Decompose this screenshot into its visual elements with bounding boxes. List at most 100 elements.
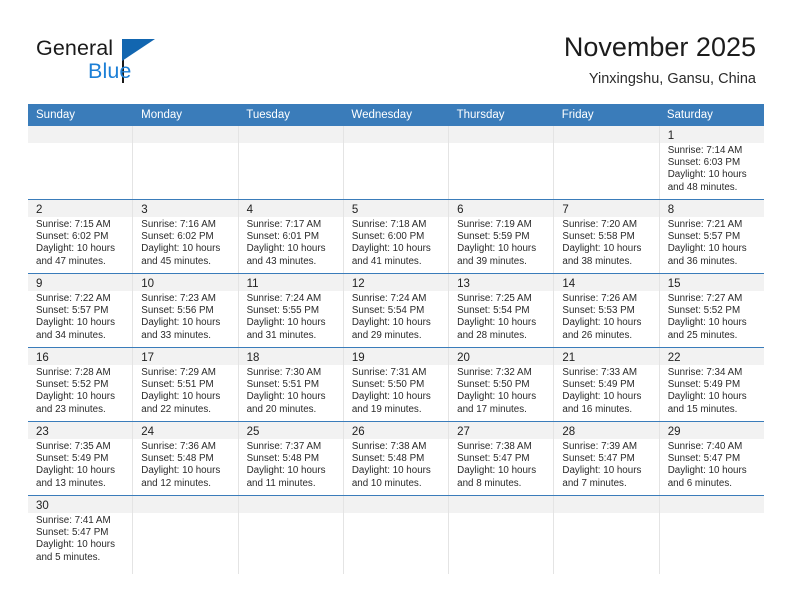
day-number: 26 xyxy=(351,426,365,438)
daylight-text-line2: and 8 minutes. xyxy=(457,477,522,489)
logo-text-general: General xyxy=(36,36,114,60)
week-row: 1 Sunrise: 7:14 AM Sunset: 6:03 PM Daylight… xyxy=(28,126,764,199)
daylight-text-line1: Daylight: 10 hours xyxy=(351,243,431,255)
day-cell[interactable]: 23 Sunrise: 7:35 AM Sunset: 5:49 PM Dayligh… xyxy=(28,422,133,495)
day-number-band: 11 xyxy=(238,274,343,291)
day-number-band: 29 xyxy=(659,422,764,439)
day-number-band xyxy=(343,496,449,513)
day-cell[interactable]: 13 Sunrise: 7:25 AM Sunset: 5:54 PM Dayligh… xyxy=(448,274,554,347)
sunset-text: Sunset: 5:57 PM xyxy=(36,305,109,317)
sunset-text: Sunset: 5:52 PM xyxy=(667,305,741,317)
sunset-text: Sunset: 5:55 PM xyxy=(246,305,319,317)
day-cell[interactable]: 30 Sunrise: 7:41 AM Sunset: 5:47 PM Dayligh… xyxy=(28,496,133,574)
day-cell[interactable]: 7 Sunrise: 7:20 AM Sunset: 5:58 PM Daylight… xyxy=(553,200,659,273)
day-cell[interactable]: 11 Sunrise: 7:24 AM Sunset: 5:55 PM Dayligh… xyxy=(237,274,343,347)
day-cell-details: Sunrise: 7:17 AM Sunset: 6:01 PM Daylight:… xyxy=(239,217,343,268)
day-number: 23 xyxy=(36,426,49,438)
day-cell[interactable]: 9 Sunrise: 7:22 AM Sunset: 5:57 PM Daylight… xyxy=(28,274,133,347)
sunrise-text: Sunrise: 7:37 AM xyxy=(246,441,322,452)
day-number: 24 xyxy=(141,426,155,438)
day-cell[interactable]: 15 Sunrise: 7:27 AM Sunset: 5:52 PM Dayligh… xyxy=(658,274,764,347)
sunrise-text: Sunrise: 7:16 AM xyxy=(141,219,216,230)
sunrise-text: Sunrise: 7:33 AM xyxy=(562,367,638,378)
day-number: 12 xyxy=(351,278,365,290)
day-cell[interactable]: 10 Sunrise: 7:23 AM Sunset: 5:56 PM Dayligh… xyxy=(132,274,238,347)
day-number-band: 6 xyxy=(449,200,554,217)
day-number: 28 xyxy=(562,426,576,438)
sunrise-text: Sunrise: 7:32 AM xyxy=(457,367,532,378)
weekday-header-monday: Monday xyxy=(141,109,183,121)
day-number: 6 xyxy=(457,204,464,216)
daylight-text-line1: Daylight: 10 hours xyxy=(351,391,431,403)
day-number-band: 17 xyxy=(133,348,238,365)
day-number: 9 xyxy=(36,278,43,290)
daylight-text-line1: Daylight: 10 hours xyxy=(562,465,642,477)
day-cell[interactable]: 18 Sunrise: 7:30 AM Sunset: 5:51 PM Dayligh… xyxy=(237,348,343,421)
day-cell-details: Sunrise: 7:38 AM Sunset: 5:48 PM Daylight:… xyxy=(344,439,448,490)
day-cell[interactable]: 25 Sunrise: 7:37 AM Sunset: 5:48 PM Dayligh… xyxy=(237,422,343,495)
day-cell[interactable]: 1 Sunrise: 7:14 AM Sunset: 6:03 PM Daylight… xyxy=(658,126,764,199)
day-cell[interactable]: 29 Sunrise: 7:40 AM Sunset: 5:47 PM Dayligh… xyxy=(658,422,764,495)
day-cell-details: Sunrise: 7:33 AM Sunset: 5:49 PM Daylight:… xyxy=(554,365,658,416)
day-number: 8 xyxy=(667,204,675,216)
sunrise-text: Sunrise: 7:25 AM xyxy=(457,293,532,304)
day-cell[interactable]: 20 Sunrise: 7:32 AM Sunset: 5:50 PM Dayligh… xyxy=(448,348,554,421)
day-cell[interactable]: 28 Sunrise: 7:39 AM Sunset: 5:47 PM Dayligh… xyxy=(553,422,659,495)
day-cell[interactable]: 6 Sunrise: 7:19 AM Sunset: 5:59 PM Daylight… xyxy=(448,200,554,273)
day-cell[interactable]: 14 Sunrise: 7:26 AM Sunset: 5:53 PM Dayligh… xyxy=(553,274,659,347)
day-number: 5 xyxy=(351,204,359,216)
sunset-text: Sunset: 5:56 PM xyxy=(141,305,214,317)
day-number-band: 3 xyxy=(133,200,238,217)
day-number-band xyxy=(133,126,238,143)
daylight-text-line1: Daylight: 10 hours xyxy=(246,317,326,329)
day-number: 2 xyxy=(36,204,43,216)
day-cell-details: Sunrise: 7:32 AM Sunset: 5:50 PM Daylight:… xyxy=(449,365,553,416)
day-cell-details: Sunrise: 7:27 AM Sunset: 5:52 PM Daylight:… xyxy=(660,291,764,342)
sunset-text: Sunset: 5:49 PM xyxy=(562,379,635,391)
daylight-text-line2: and 31 minutes. xyxy=(246,329,317,341)
day-cell-details xyxy=(344,143,448,145)
day-number-band xyxy=(554,496,659,513)
day-cell[interactable]: 3 Sunrise: 7:16 AM Sunset: 6:02 PM Daylight… xyxy=(132,200,238,273)
day-cell-details xyxy=(239,143,343,145)
day-cell[interactable]: 19 Sunrise: 7:31 AM Sunset: 5:50 PM Dayligh… xyxy=(342,348,449,421)
day-cell[interactable]: 12 Sunrise: 7:24 AM Sunset: 5:54 PM Dayligh… xyxy=(342,274,449,347)
sunrise-text: Sunrise: 7:28 AM xyxy=(36,367,111,378)
day-cell[interactable]: 17 Sunrise: 7:29 AM Sunset: 5:51 PM Dayligh… xyxy=(132,348,238,421)
day-cell[interactable]: 26 Sunrise: 7:38 AM Sunset: 5:48 PM Dayligh… xyxy=(342,422,449,495)
daylight-text-line2: and 39 minutes. xyxy=(457,255,527,267)
day-number: 19 xyxy=(351,352,365,364)
day-cell[interactable]: 5 Sunrise: 7:18 AM Sunset: 6:00 PM Daylight… xyxy=(342,200,449,273)
day-number-band xyxy=(554,126,659,143)
general-blue-logo: General Blue xyxy=(36,36,226,92)
day-cell-empty xyxy=(237,126,343,199)
day-cell[interactable]: 8 Sunrise: 7:21 AM Sunset: 5:57 PM Daylight… xyxy=(658,200,764,273)
daylight-text-line2: and 20 minutes. xyxy=(246,403,317,415)
calendar-page: General Blue November 2025 Yinxingshu, G… xyxy=(0,0,792,612)
daylight-text-line1: Daylight: 10 hours xyxy=(667,465,747,477)
daylight-text-line1: Daylight: 10 hours xyxy=(36,465,115,477)
day-cell[interactable]: 4 Sunrise: 7:17 AM Sunset: 6:01 PM Daylight… xyxy=(237,200,343,273)
sunset-text: Sunset: 5:50 PM xyxy=(351,379,425,391)
day-cell[interactable]: 24 Sunrise: 7:36 AM Sunset: 5:48 PM Dayligh… xyxy=(132,422,238,495)
day-cell[interactable]: 2 Sunrise: 7:15 AM Sunset: 6:02 PM Daylight… xyxy=(28,200,133,273)
title-block: November 2025 Yinxingshu, Gansu, China xyxy=(564,30,756,88)
day-cell[interactable]: 22 Sunrise: 7:34 AM Sunset: 5:49 PM Dayligh… xyxy=(658,348,764,421)
calendar-weeks: 1 Sunrise: 7:14 AM Sunset: 6:03 PM Daylight… xyxy=(28,126,764,574)
day-number-band xyxy=(659,496,764,513)
day-cell-details: Sunrise: 7:20 AM Sunset: 5:58 PM Daylight:… xyxy=(554,217,658,268)
sunset-text: Sunset: 5:49 PM xyxy=(667,379,741,391)
day-cell[interactable]: 27 Sunrise: 7:38 AM Sunset: 5:47 PM Dayligh… xyxy=(448,422,554,495)
logo-text-blue: Blue xyxy=(88,59,132,83)
day-number-band: 28 xyxy=(554,422,659,439)
day-cell-details: Sunrise: 7:39 AM Sunset: 5:47 PM Daylight:… xyxy=(554,439,658,490)
day-cell-details: Sunrise: 7:24 AM Sunset: 5:55 PM Daylight:… xyxy=(239,291,343,342)
daylight-text-line1: Daylight: 10 hours xyxy=(562,243,642,255)
weekday-header-thursday: Thursday xyxy=(456,109,505,121)
daylight-text-line2: and 17 minutes. xyxy=(457,403,527,415)
day-number-band: 24 xyxy=(133,422,238,439)
day-cell-empty xyxy=(448,496,554,574)
day-cell[interactable]: 16 Sunrise: 7:28 AM Sunset: 5:52 PM Dayligh… xyxy=(28,348,133,421)
day-cell-details xyxy=(449,143,553,145)
day-cell[interactable]: 21 Sunrise: 7:33 AM Sunset: 5:49 PM Dayligh… xyxy=(553,348,659,421)
